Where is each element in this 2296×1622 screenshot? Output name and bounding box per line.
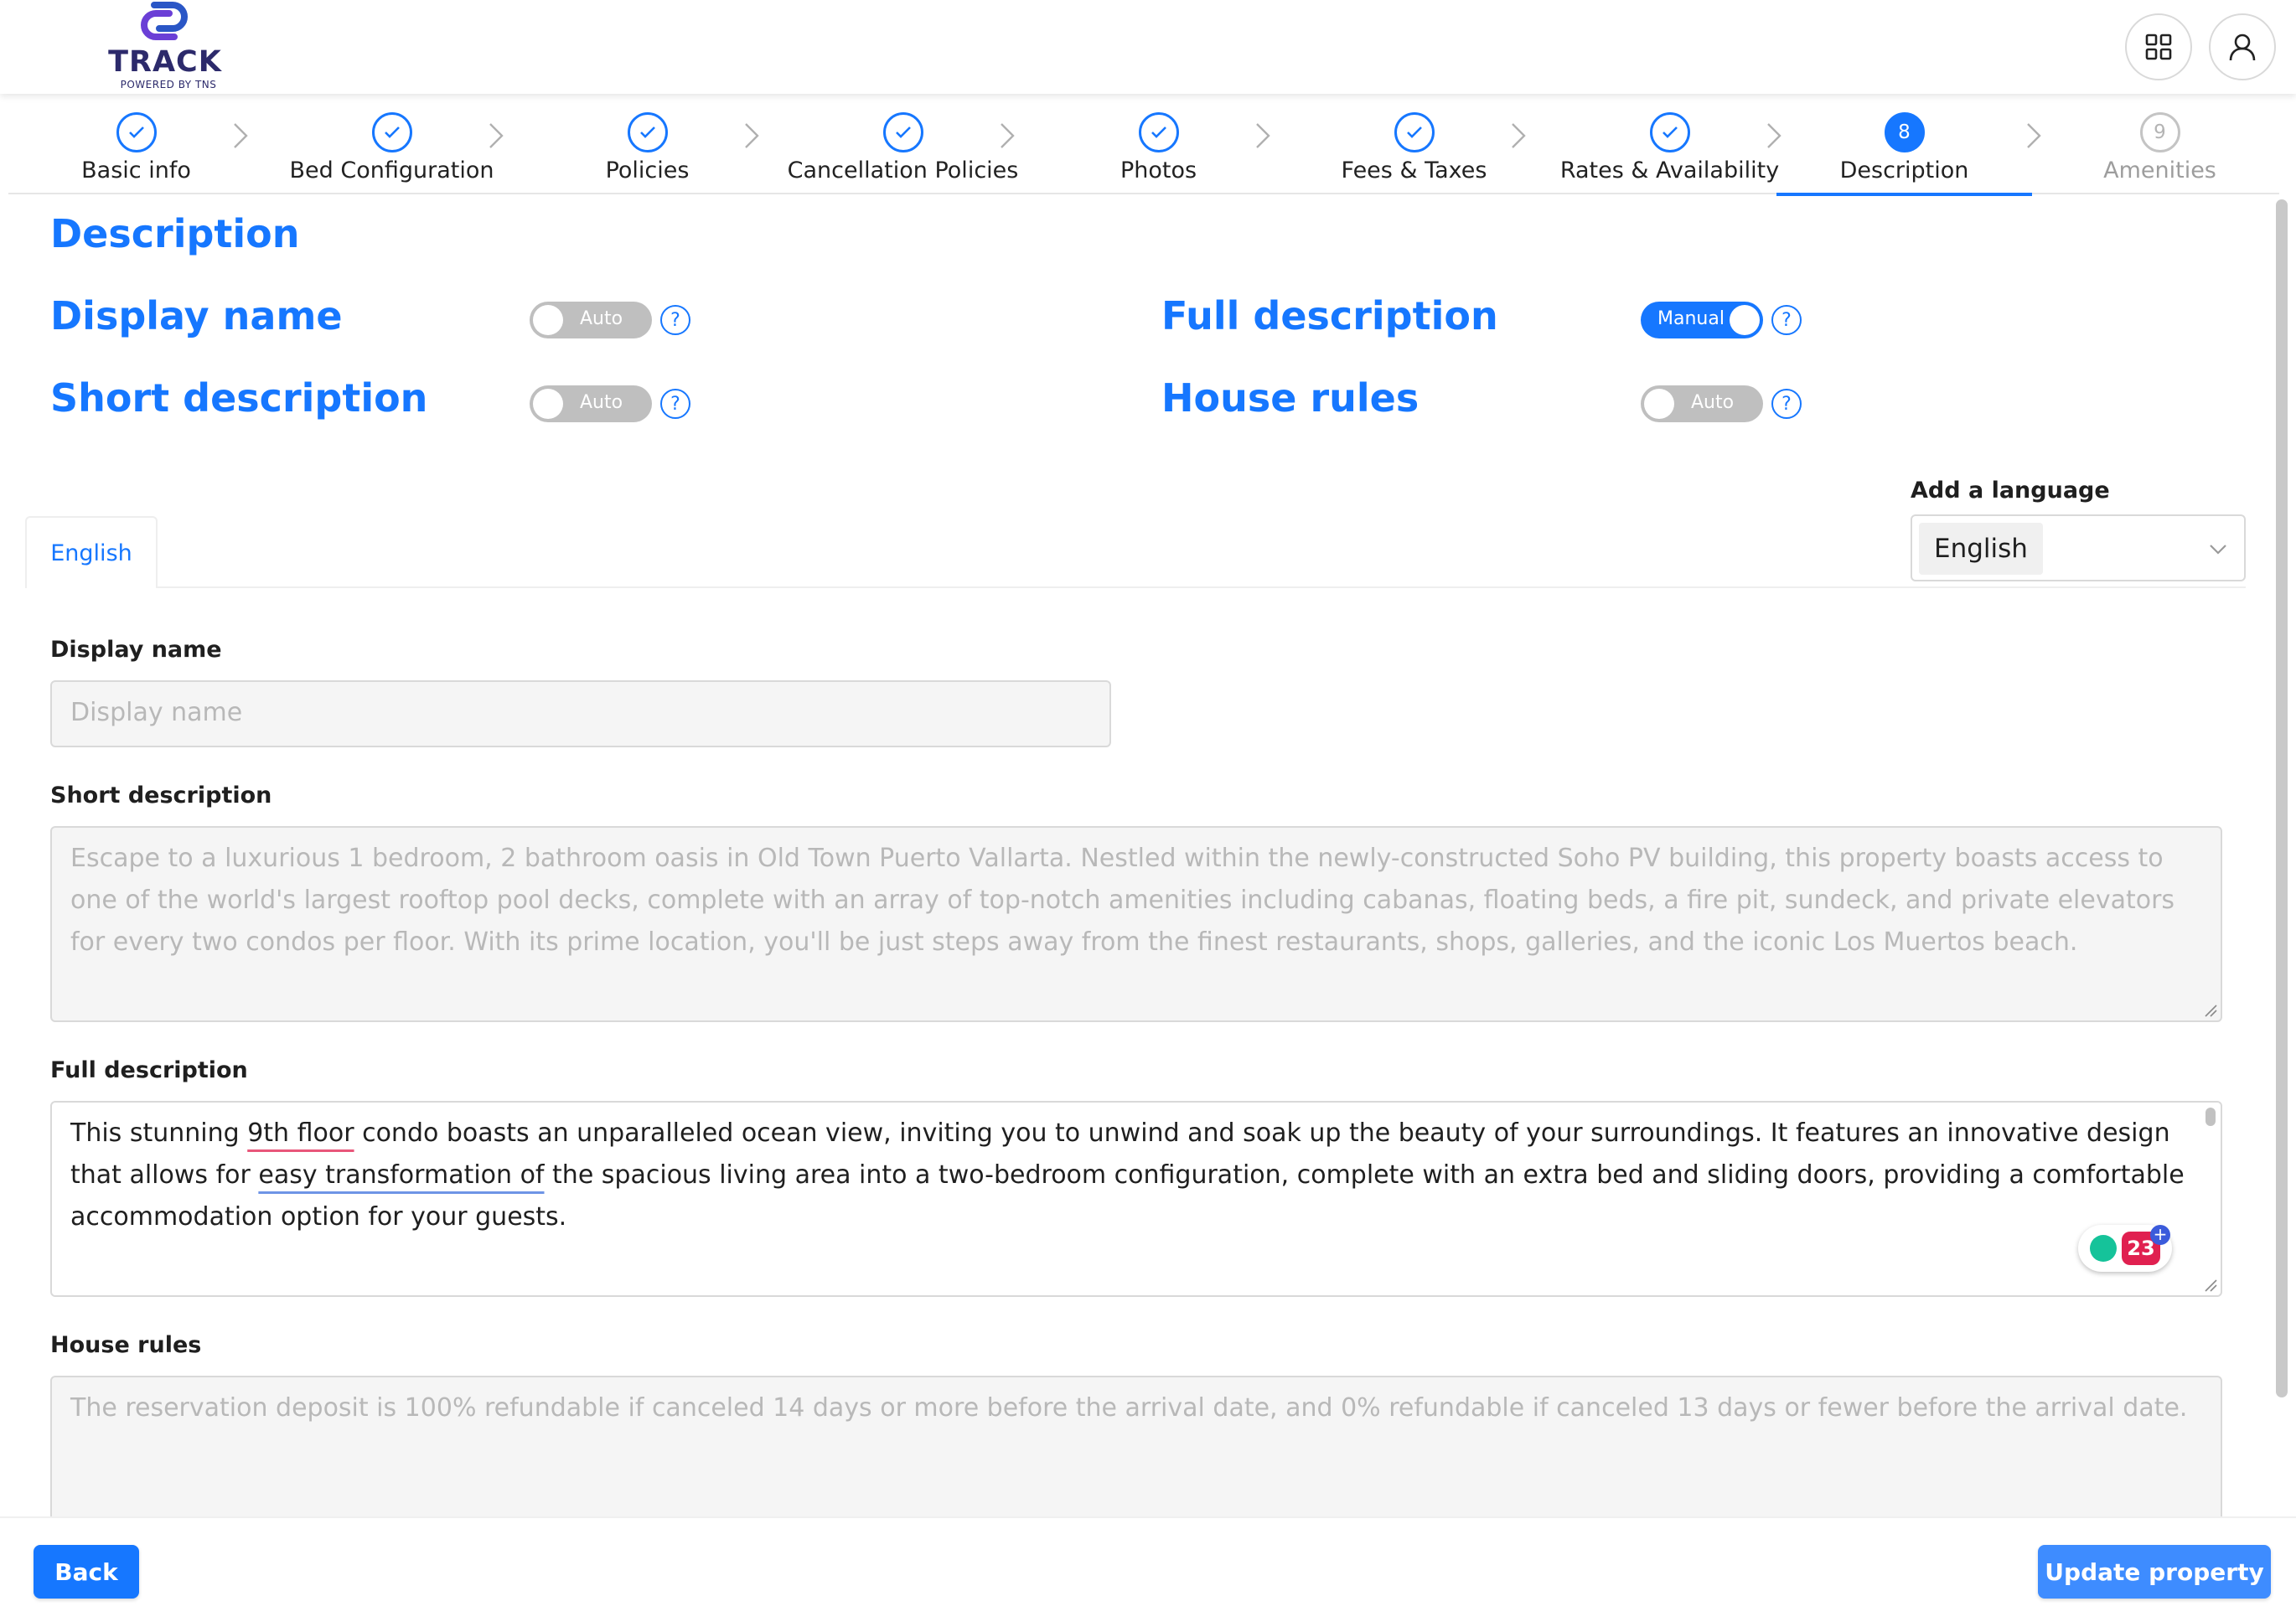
display-name-input[interactable]: Display name xyxy=(50,680,1111,747)
user-account-button[interactable] xyxy=(2209,13,2276,80)
step-label: Rates & Availability xyxy=(1559,158,1780,183)
short-description-heading: Short description xyxy=(50,375,428,421)
step-number: 8 xyxy=(1884,112,1925,152)
check-icon xyxy=(1394,112,1435,152)
form-footer: Back Update property xyxy=(0,1516,2296,1622)
toggle-text: Manual xyxy=(1657,308,1725,329)
textarea-scrollbar[interactable] xyxy=(2206,1108,2216,1126)
tab-english[interactable]: English xyxy=(25,516,158,588)
check-icon xyxy=(116,112,157,152)
chevron-right-icon xyxy=(234,123,248,148)
grammar-logo-icon xyxy=(2090,1235,2117,1262)
short-description-textarea[interactable]: Escape to a luxurious 1 bedroom, 2 bathr… xyxy=(50,826,2222,1022)
short-description-toggle[interactable]: Auto xyxy=(530,385,652,422)
full-description-text: This stunning 9th floor condo boasts an … xyxy=(70,1118,2185,1232)
step-fees-taxes[interactable]: Fees & Taxes xyxy=(1286,94,1542,194)
help-icon[interactable]: ? xyxy=(1771,389,1802,419)
short-description-text: Escape to a luxurious 1 bedroom, 2 bathr… xyxy=(70,844,2175,957)
page-title: Description xyxy=(50,211,300,256)
language-select[interactable]: English xyxy=(1911,514,2246,581)
step-bed-configuration[interactable]: Bed Configuration xyxy=(264,94,520,194)
top-header: TRACK POWERED BY TNS xyxy=(0,0,2296,94)
tabs-divider xyxy=(25,586,2246,588)
step-label: Fees & Taxes xyxy=(1341,158,1487,183)
full-description-label: Full description xyxy=(50,1057,248,1083)
toggle-knob xyxy=(1644,389,1674,419)
chevron-down-icon xyxy=(2210,545,2226,555)
toggle-text: Auto xyxy=(1691,392,1735,413)
house-rules-heading: House rules xyxy=(1161,375,1419,421)
chevron-right-icon xyxy=(1512,123,1526,148)
full-description-toggle[interactable]: Manual xyxy=(1641,302,1763,338)
step-label: Amenities xyxy=(2103,158,2216,183)
logo-mark-icon xyxy=(141,1,188,40)
full-description-heading: Full description xyxy=(1161,293,1498,338)
short-description-label: Short description xyxy=(50,783,272,808)
description-form: Description Display name Auto ? Full des… xyxy=(0,196,2296,1516)
step-policies[interactable]: Policies xyxy=(520,94,775,194)
page-scrollbar[interactable] xyxy=(2276,199,2288,1397)
toggle-knob xyxy=(533,305,563,335)
toggle-knob xyxy=(1730,305,1760,335)
chevron-right-icon xyxy=(1256,123,1270,148)
house-rules-textarea[interactable]: The reservation deposit is 100% refundab… xyxy=(50,1376,2222,1516)
chevron-right-icon xyxy=(1001,123,1015,148)
step-label: Cancellation Policies xyxy=(787,158,1019,183)
help-icon[interactable]: ? xyxy=(1771,305,1802,335)
full-description-textarea[interactable]: This stunning 9th floor condo boasts an … xyxy=(50,1101,2222,1297)
track-logo[interactable]: TRACK POWERED BY TNS xyxy=(106,0,225,92)
display-name-heading: Display name xyxy=(50,293,343,338)
resize-handle-icon[interactable] xyxy=(2204,1004,2217,1017)
toggle-knob xyxy=(533,389,563,419)
step-basic-info[interactable]: Basic info xyxy=(8,94,264,194)
house-rules-text: The reservation deposit is 100% refundab… xyxy=(70,1393,2188,1423)
step-amenities[interactable]: 9 Amenities xyxy=(2032,94,2288,194)
check-icon xyxy=(371,112,412,152)
house-rules-label: House rules xyxy=(50,1332,202,1358)
wizard-steps: Basic info Bed Configuration Policies Ca… xyxy=(8,94,2279,196)
user-icon xyxy=(2229,34,2256,61)
display-name-label: Display name xyxy=(50,637,222,663)
toggle-text: Auto xyxy=(580,308,623,329)
step-label: Bed Configuration xyxy=(289,158,494,183)
logo-text: TRACK xyxy=(108,45,222,79)
add-language-label: Add a language xyxy=(1911,478,2110,504)
step-description[interactable]: 8 Description xyxy=(1776,94,2032,196)
selected-language: English xyxy=(1919,523,2043,575)
check-icon xyxy=(627,112,668,152)
step-number: 9 xyxy=(2139,112,2180,152)
chevron-right-icon xyxy=(489,123,504,148)
logo-subtext: POWERED BY TNS xyxy=(120,79,217,90)
step-label: Photos xyxy=(1120,158,1197,183)
update-property-button[interactable]: Update property xyxy=(2038,1545,2271,1599)
step-photos[interactable]: Photos xyxy=(1031,94,1286,194)
display-name-toggle[interactable]: Auto xyxy=(530,302,652,338)
help-icon[interactable]: ? xyxy=(660,389,690,419)
resize-handle-icon[interactable] xyxy=(2204,1278,2217,1292)
apps-button[interactable] xyxy=(2125,13,2192,80)
back-button[interactable]: Back xyxy=(34,1545,139,1599)
step-label: Basic info xyxy=(81,158,191,183)
check-icon xyxy=(882,112,923,152)
step-rates-availability[interactable]: Rates & Availability xyxy=(1542,94,1797,194)
step-label: Policies xyxy=(605,158,690,183)
toggle-text: Auto xyxy=(580,392,623,413)
step-label: Description xyxy=(1839,158,1969,183)
grid-icon xyxy=(2145,34,2172,60)
step-cancellation-policies[interactable]: Cancellation Policies xyxy=(775,94,1031,194)
chevron-right-icon xyxy=(745,123,759,148)
plus-icon: + xyxy=(2150,1225,2170,1245)
grammar-widget[interactable]: 23 + xyxy=(2078,1225,2172,1272)
check-icon xyxy=(1649,112,1690,152)
help-icon[interactable]: ? xyxy=(660,305,690,335)
house-rules-toggle[interactable]: Auto xyxy=(1641,385,1763,422)
check-icon xyxy=(1138,112,1179,152)
